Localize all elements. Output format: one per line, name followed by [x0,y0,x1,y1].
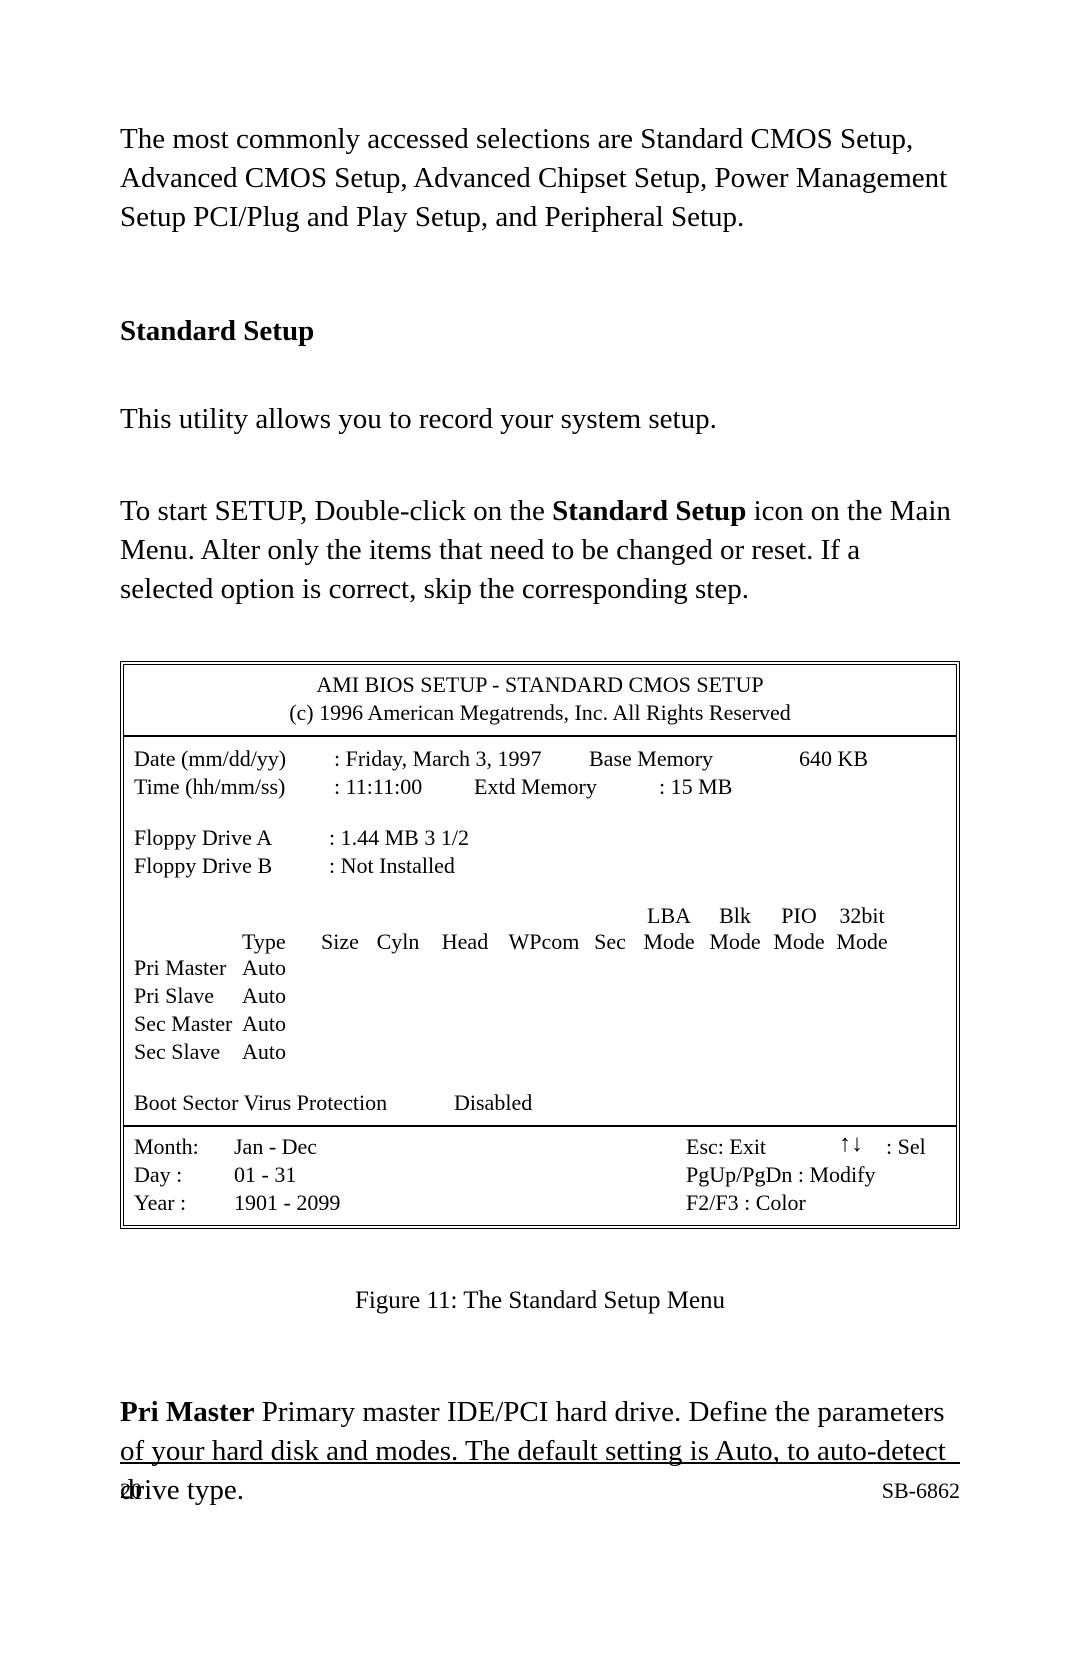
boot-value: Disabled [454,1089,532,1117]
month-value: Jan - Dec [234,1133,384,1161]
hdr-32bit: 32bit [832,902,892,930]
bios-copyright: (c) 1996 American Megatrends, Inc. All R… [132,699,948,727]
table-row: Sec Slave Auto [134,1038,946,1066]
time-row: Time (hh/mm/ss) : 11:11:00 Extd Memory :… [134,773,946,801]
table-row: Pri Slave Auto [134,982,946,1010]
hdr-32bit-mode: Mode [832,928,892,956]
hdr-lba: LBA [634,902,704,930]
doc-code: SB-6862 [882,1478,960,1504]
time-label: Time (hh/mm/ss) [134,773,334,801]
esc-hint: Esc: Exit [686,1133,816,1161]
floppy-a-value: : 1.44 MB 3 1/2 [329,824,529,852]
hdr-blk: Blk [704,902,766,930]
para-2a: To start SETUP, Double-click on the [120,495,552,527]
sel-hint: : Sel [886,1133,946,1161]
drive-table-header-row2: Type Size Cyln Head WPcom Sec Mode Mode … [134,928,946,956]
day-label: Day : [134,1161,234,1189]
drive-name: Pri Slave [134,982,242,1010]
table-row: Pri Master Auto [134,954,946,982]
page-number: 20 [120,1478,142,1504]
drive-name: Sec Slave [134,1038,242,1066]
para-2-bold: Standard Setup [552,495,746,527]
drive-type: Auto [242,954,312,982]
date-label: Date (mm/dd/yy) [134,745,334,773]
pgupdn-hint: PgUp/PgDn : Modify [686,1161,946,1189]
hdr-size: Size [312,928,368,956]
page-footer: 20 SB-6862 [120,1462,960,1504]
basemem-label: Base Memory [589,745,799,773]
floppy-b-row: Floppy Drive B : Not Installed [134,852,946,880]
hdr-head: Head [428,928,502,956]
drive-table: LBA Blk PIO 32bit Type Size Cyln Head WP… [134,902,946,1067]
table-row: Sec Master Auto [134,1010,946,1038]
bios-footer: Month: Jan - Dec Esc: Exit ↑↓ : Sel Day … [124,1127,956,1225]
drive-table-header-row1: LBA Blk PIO 32bit [134,902,946,930]
floppy-a-row: Floppy Drive A : 1.44 MB 3 1/2 [134,824,946,852]
drive-name: Pri Master [134,954,242,982]
drive-type: Auto [242,1010,312,1038]
drive-name: Sec Master [134,1010,242,1038]
floppy-b-label: Floppy Drive B [134,852,329,880]
date-row: Date (mm/dd/yy) : Friday, March 3, 1997 … [134,745,946,773]
bios-body: Date (mm/dd/yy) : Friday, March 3, 1997 … [124,737,956,1126]
hdr-pio: PIO [766,902,832,930]
bios-title: AMI BIOS SETUP - STANDARD CMOS SETUP [132,671,948,699]
bios-header: AMI BIOS SETUP - STANDARD CMOS SETUP (c)… [124,665,956,737]
basemem-value: 640 KB [799,745,919,773]
month-label: Month: [134,1133,234,1161]
day-value: 01 - 31 [234,1161,384,1189]
year-value: 1901 - 2099 [234,1189,384,1217]
f2f3-hint: F2/F3 : Color [686,1189,946,1217]
drive-type: Auto [242,982,312,1010]
time-value: : 11:11:00 [334,773,474,801]
floppy-b-value: : Not Installed [329,852,529,880]
hdr-pio-mode: Mode [766,928,832,956]
date-value: : Friday, March 3, 1997 [334,745,589,773]
boot-row: Boot Sector Virus Protection Disabled [134,1089,946,1117]
extmem-value: : 15 MB [659,773,779,801]
intro-paragraph: The most commonly accessed selections ar… [120,120,960,237]
para-2: To start SETUP, Double-click on the Stan… [120,492,960,609]
hdr-blk-mode: Mode [704,928,766,956]
hdr-wpcom: WPcom [502,928,586,956]
hdr-lba-mode: Mode [634,928,704,956]
floppy-a-label: Floppy Drive A [134,824,329,852]
year-label: Year : [134,1189,234,1217]
hdr-cyln: Cyln [368,928,428,956]
figure-caption: Figure 11: The Standard Setup Menu [120,1287,960,1315]
para-1: This utility allows you to record your s… [120,400,960,439]
floppy-section: Floppy Drive A : 1.44 MB 3 1/2 Floppy Dr… [134,824,946,880]
boot-label: Boot Sector Virus Protection [134,1089,454,1117]
section-heading: Standard Setup [120,315,960,348]
hdr-type: Type [242,928,312,956]
pri-master-bold: Pri Master [120,1396,254,1428]
drive-type: Auto [242,1038,312,1066]
bios-screen: AMI BIOS SETUP - STANDARD CMOS SETUP (c)… [120,661,960,1229]
updown-arrows-icon: ↑↓ [816,1133,886,1161]
hdr-sec: Sec [586,928,634,956]
extmem-label: Extd Memory [474,773,659,801]
